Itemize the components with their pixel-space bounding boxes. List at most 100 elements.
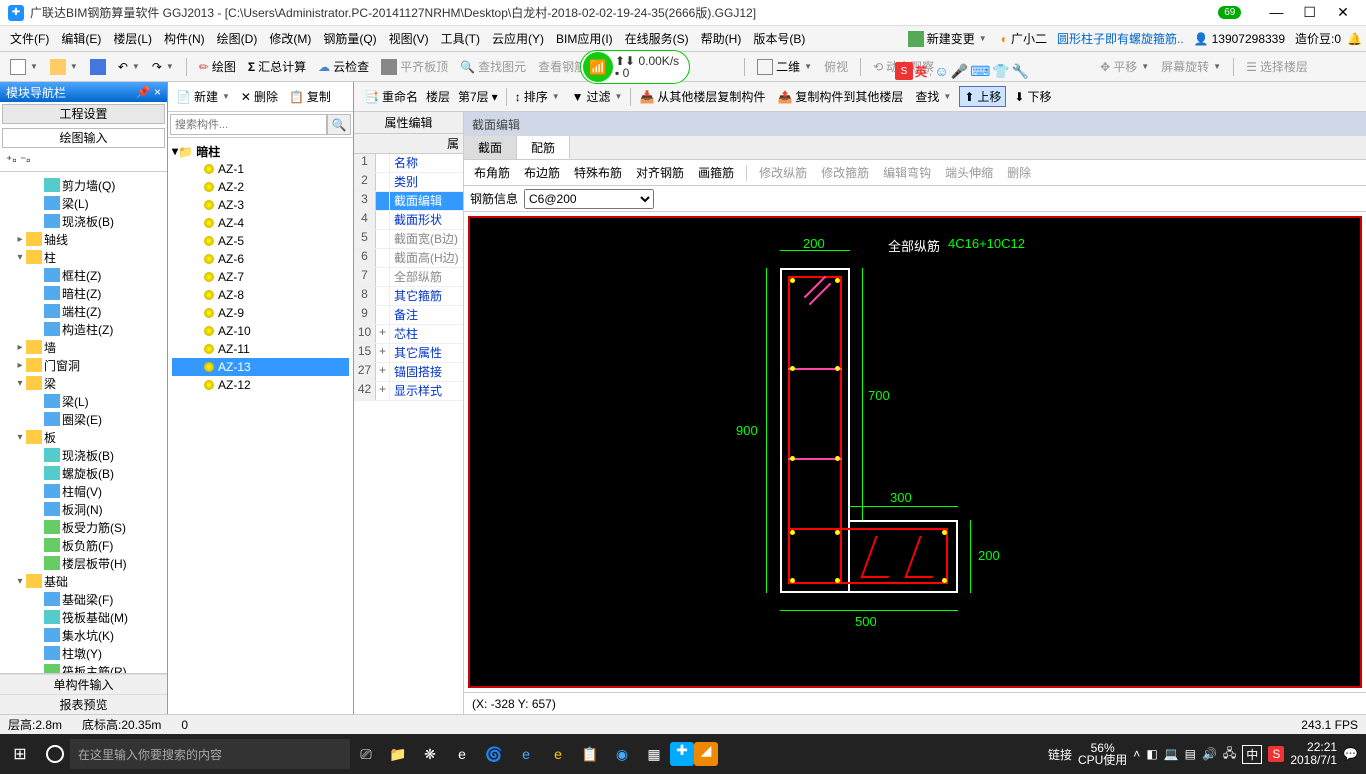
tray-up-icon[interactable]: ˄ [1133, 747, 1140, 761]
new-file-button[interactable]: ▼ [6, 57, 42, 77]
tree-node[interactable]: ▸墙 [4, 338, 163, 356]
menu-tools[interactable]: 工具(T) [435, 30, 486, 47]
edge-icon[interactable]: e [446, 746, 478, 762]
tree-node[interactable]: 现浇板(B) [4, 446, 163, 464]
pin-icon[interactable]: 📌 × [136, 85, 161, 99]
comp-item[interactable]: AZ-8 [172, 286, 349, 304]
ime-smile-icon[interactable]: ☺ [934, 63, 948, 79]
tree-node[interactable]: 柱墩(Y) [4, 644, 163, 662]
select-floor-button[interactable]: ☰选择楼层 [1242, 56, 1312, 77]
tree-node[interactable]: ▸轴线 [4, 230, 163, 248]
ime-mic-icon[interactable]: 🎤 [951, 63, 968, 80]
nav-foot-report[interactable]: 报表预览 [0, 694, 167, 714]
minimize-button[interactable]: — [1261, 4, 1291, 20]
menu-file[interactable]: 文件(F) [4, 30, 55, 47]
rebar-tool-1[interactable]: 布边筋 [518, 162, 566, 183]
ime-skin-icon[interactable]: 👕 [992, 63, 1009, 80]
rebar-tool-3[interactable]: 对齐钢筋 [630, 162, 690, 183]
prop-row[interactable]: 7全部纵筋 [354, 268, 463, 287]
taskview-icon[interactable]: ⎚ [350, 746, 382, 763]
rebar-tool-0[interactable]: 布角筋 [468, 162, 516, 183]
prop-row[interactable]: 3截面编辑 [354, 192, 463, 211]
comp-item[interactable]: AZ-10 [172, 322, 349, 340]
undo-button[interactable]: ↶▼ [114, 58, 144, 76]
rebar-tool-8[interactable]: 端头伸缩 [939, 162, 999, 183]
app6-icon[interactable]: ▦ [638, 746, 670, 763]
move-down-button[interactable]: ⬇下移 [1010, 86, 1055, 107]
folder-icon[interactable]: 📁 [382, 746, 414, 763]
bell-icon[interactable]: 🔔 [1347, 32, 1362, 46]
menu-view[interactable]: 视图(V) [383, 30, 435, 47]
uid-label[interactable]: 👤13907298339 [1190, 30, 1289, 48]
tree-node[interactable]: 筏板主筋(R) [4, 662, 163, 673]
2d-dropdown[interactable]: 二维▼ [753, 56, 816, 77]
comp-item[interactable]: AZ-3 [172, 196, 349, 214]
comp-copy-button[interactable]: 📋复制 [285, 86, 335, 107]
tree-node[interactable]: ▾基础 [4, 572, 163, 590]
tree-node[interactable]: 构造柱(Z) [4, 320, 163, 338]
tree-node[interactable]: 剪力墙(Q) [4, 176, 163, 194]
prop-row[interactable]: 42+显示样式 [354, 382, 463, 401]
save-file-button[interactable] [86, 57, 110, 77]
tray-i3[interactable]: ▤ [1185, 747, 1196, 761]
rename-button[interactable]: 📑重命名 [360, 86, 422, 107]
tray-vol-icon[interactable]: 🔊 [1202, 747, 1217, 761]
search-button[interactable]: 🔍 [327, 114, 351, 135]
comp-item[interactable]: AZ-7 [172, 268, 349, 286]
app2-icon[interactable]: 🌀 [478, 746, 510, 763]
comp-item[interactable]: AZ-1 [172, 160, 349, 178]
tray-notif-icon[interactable]: 💬 [1343, 747, 1358, 761]
tray-clock[interactable]: 22:212018/7/1 [1290, 741, 1337, 767]
comp-item[interactable]: AZ-13 [172, 358, 349, 376]
comp-del-button[interactable]: ✕删除 [237, 86, 282, 107]
tree-node[interactable]: 基础梁(F) [4, 590, 163, 608]
prop-row[interactable]: 2类别 [354, 173, 463, 192]
tree-node[interactable]: 板负筋(F) [4, 536, 163, 554]
filter-button[interactable]: ▼过滤▼ [568, 86, 627, 107]
prop-row[interactable]: 1名称 [354, 154, 463, 173]
rotate-button[interactable]: 屏幕旋转▼ [1157, 56, 1225, 77]
tree-node[interactable]: 梁(L) [4, 194, 163, 212]
tree-node[interactable]: 柱帽(V) [4, 482, 163, 500]
comp-item[interactable]: AZ-9 [172, 304, 349, 322]
tree-node[interactable]: ▾柱 [4, 248, 163, 266]
pan-button[interactable]: ✥平移▼ [1096, 56, 1153, 77]
tree-node[interactable]: 集水坑(K) [4, 626, 163, 644]
rebar-tool-5[interactable]: 修改纵筋 [753, 162, 813, 183]
comp-item[interactable]: AZ-4 [172, 214, 349, 232]
menu-version[interactable]: 版本号(B) [747, 30, 811, 47]
sort-button[interactable]: ↕排序▼ [511, 86, 564, 107]
user-button[interactable]: ◐广小二 [997, 28, 1051, 49]
copy-from-button[interactable]: 📥从其他楼层复制构件 [635, 86, 769, 107]
tray-sogou-icon[interactable]: S [1268, 746, 1284, 762]
tree-node[interactable]: ▸门窗洞 [4, 356, 163, 374]
tray-i1[interactable]: ◧ [1146, 747, 1157, 761]
menu-online[interactable]: 在线服务(S) [619, 30, 695, 47]
nav-tab-project[interactable]: 工程设置 [2, 104, 165, 124]
top-view-button[interactable]: 俯视 [820, 56, 852, 77]
comp-item[interactable]: AZ-12 [172, 376, 349, 394]
menu-cloud[interactable]: 云应用(Y) [486, 30, 550, 47]
component-tree[interactable]: ▾ 📁 暗柱AZ-1AZ-2AZ-3AZ-4AZ-5AZ-6AZ-7AZ-8AZ… [168, 138, 353, 714]
ime-tool-icon[interactable]: 🔧 [1012, 63, 1029, 80]
tree-node[interactable]: 板洞(N) [4, 500, 163, 518]
tree-node[interactable]: 筏板基础(M) [4, 608, 163, 626]
rebar-tool-4[interactable]: 画箍筋 [692, 162, 740, 183]
tray-net-icon[interactable]: 🖧 [1223, 744, 1236, 765]
ime-indicator[interactable]: S 英, ☺ 🎤 ⌨ 👕 🔧 [895, 62, 1029, 80]
tree-node[interactable]: 框柱(Z) [4, 266, 163, 284]
tray-ime[interactable]: 中 [1242, 745, 1262, 764]
comp-item[interactable]: AZ-5 [172, 232, 349, 250]
prop-row[interactable]: 9备注 [354, 306, 463, 325]
tree-node[interactable]: 螺旋板(B) [4, 464, 163, 482]
new-change-button[interactable]: 新建变更▼ [904, 28, 991, 49]
redo-button[interactable]: ↷▼ [148, 58, 178, 76]
menu-edit[interactable]: 编辑(E) [55, 30, 107, 47]
menu-floor[interactable]: 楼层(L) [107, 30, 158, 47]
app5-icon[interactable]: ◉ [606, 746, 638, 763]
linkage-label[interactable]: 链接 [1048, 746, 1072, 763]
comp-new-button[interactable]: 📄新建▼ [172, 86, 234, 107]
prop-row[interactable]: 5截面宽(B边) [354, 230, 463, 249]
comp-item[interactable]: AZ-2 [172, 178, 349, 196]
cortana-icon[interactable] [46, 745, 64, 763]
